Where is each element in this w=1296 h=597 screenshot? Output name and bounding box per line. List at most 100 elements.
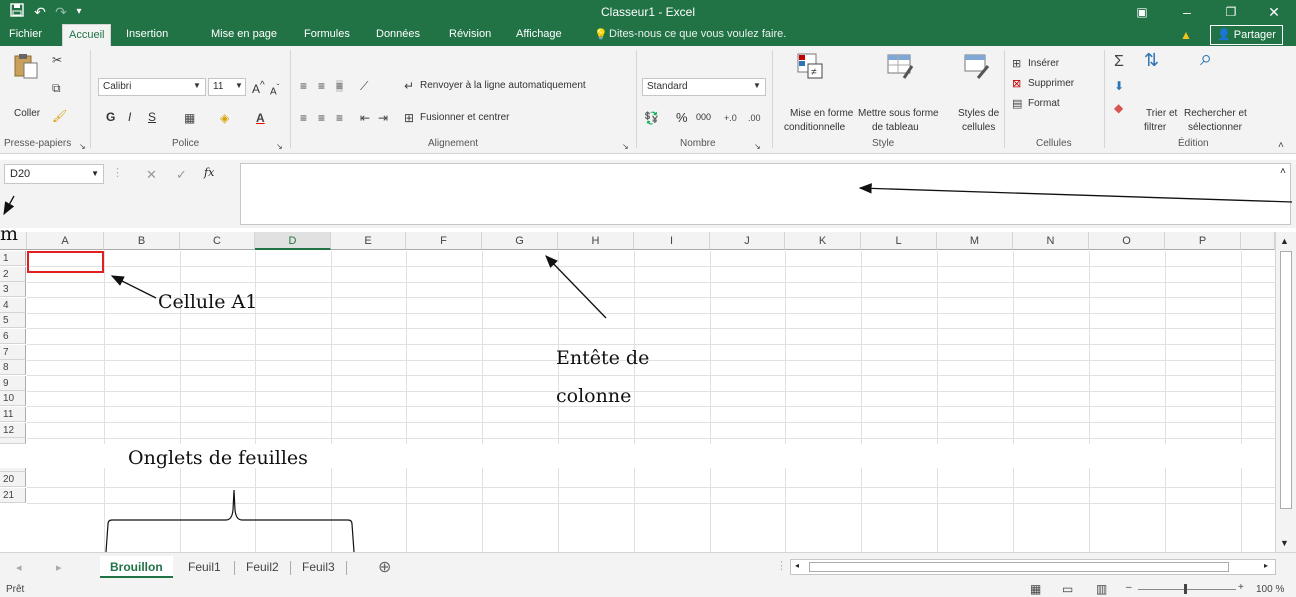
worksheet-grid[interactable]: A B C D E F G H I J K L M N O P 1 2 3 4 5 6 7 8 9 10 11 12 20 21 bbox=[0, 232, 1275, 552]
align-top-icon[interactable]: ≡ bbox=[300, 80, 307, 92]
column-header-h[interactable]: H bbox=[558, 232, 634, 250]
row-header-11[interactable]: 11 bbox=[0, 407, 26, 422]
sort-filter-label-2[interactable]: filtrer bbox=[1144, 122, 1166, 133]
tab-insertion[interactable]: Insertion bbox=[126, 28, 168, 40]
insert-cells-icon[interactable]: ⊞ bbox=[1012, 58, 1021, 70]
column-header-d[interactable]: D bbox=[255, 232, 331, 250]
paste-label[interactable]: Coller bbox=[14, 108, 40, 119]
merge-center-button[interactable]: Fusionner et centrer bbox=[420, 112, 510, 123]
row-header-1[interactable]: 1 bbox=[0, 251, 26, 266]
column-header-partial[interactable] bbox=[1241, 232, 1275, 250]
copy-icon[interactable]: ⧉ bbox=[52, 82, 61, 94]
tab-mise-en-page[interactable]: Mise en page bbox=[211, 28, 277, 40]
name-box[interactable]: D20 ▼ bbox=[4, 164, 104, 184]
align-left-icon[interactable]: ≡ bbox=[300, 112, 307, 124]
minimize-icon[interactable]: – bbox=[1175, 3, 1199, 21]
confirm-entry-icon[interactable]: ✓ bbox=[176, 167, 187, 183]
row-header-7[interactable]: 7 bbox=[0, 345, 26, 360]
row-header-8[interactable]: 8 bbox=[0, 360, 26, 375]
decrease-indent-icon[interactable]: ⇤ bbox=[360, 112, 370, 124]
merge-center-icon[interactable]: ⊞ bbox=[404, 112, 414, 124]
scroll-down-icon[interactable]: ▼ bbox=[1280, 538, 1289, 548]
insert-cells-button[interactable]: Insérer bbox=[1028, 58, 1059, 69]
font-size-select[interactable]: 11 ▼ bbox=[208, 78, 246, 96]
restore-icon[interactable]: ❐ bbox=[1219, 3, 1243, 21]
tell-me-search[interactable]: Dites-nous ce que vous voulez faire. bbox=[609, 28, 786, 40]
tab-donnees[interactable]: Données bbox=[376, 28, 420, 40]
increase-indent-icon[interactable]: ⇥ bbox=[378, 112, 388, 124]
sheet-tab-feuil3[interactable]: Feuil3 bbox=[302, 556, 335, 578]
align-bottom-icon[interactable]: ≡ bbox=[336, 80, 344, 92]
previous-sheet-icon[interactable]: ◂ bbox=[16, 561, 22, 574]
align-middle-icon[interactable]: ≡ bbox=[318, 80, 325, 92]
row-header-20[interactable]: 20 bbox=[0, 472, 26, 487]
formula-input[interactable] bbox=[240, 163, 1291, 225]
fill-color-icon[interactable]: ◈ bbox=[220, 112, 229, 124]
row-header-6[interactable]: 6 bbox=[0, 329, 26, 344]
decrease-decimal-icon[interactable]: .00 bbox=[748, 112, 761, 124]
column-header-l[interactable]: L bbox=[861, 232, 937, 250]
align-right-icon[interactable]: ≡ bbox=[336, 112, 343, 124]
increase-font-icon[interactable]: A^ bbox=[252, 80, 265, 96]
row-header-12[interactable]: 12 bbox=[0, 423, 26, 438]
wrap-text-icon[interactable]: ↵ bbox=[404, 80, 414, 92]
delete-cells-icon[interactable]: ⊠ bbox=[1012, 78, 1021, 90]
format-as-table-label-2[interactable]: de tableau bbox=[872, 122, 919, 133]
collapse-ribbon-icon[interactable]: ˄ bbox=[1278, 140, 1284, 152]
cell-styles-label-1[interactable]: Styles de bbox=[958, 108, 999, 119]
tab-formules[interactable]: Formules bbox=[304, 28, 350, 40]
share-button[interactable]: 👤 Partager bbox=[1210, 25, 1283, 45]
scrollbar-thumb[interactable] bbox=[1280, 251, 1292, 509]
tab-accueil[interactable]: Accueil bbox=[62, 24, 112, 46]
find-select-label-1[interactable]: Rechercher et bbox=[1184, 108, 1247, 119]
warning-icon[interactable]: ▲ bbox=[1180, 28, 1192, 42]
column-header-m[interactable]: M bbox=[937, 232, 1013, 250]
number-format-select[interactable]: Standard ▼ bbox=[642, 78, 766, 96]
find-select-icon[interactable]: ⌕ bbox=[1200, 47, 1212, 69]
column-header-n[interactable]: N bbox=[1013, 232, 1089, 250]
horizontal-scrollbar[interactable]: ◂ bbox=[790, 559, 1276, 575]
conditional-formatting-label-1[interactable]: Mise en forme bbox=[790, 108, 853, 119]
zoom-level[interactable]: 100 % bbox=[1256, 584, 1284, 595]
zoom-in-icon[interactable]: + bbox=[1238, 582, 1244, 593]
row-header-4[interactable]: 4 bbox=[0, 298, 26, 313]
tab-revision[interactable]: Révision bbox=[449, 28, 491, 40]
delete-cells-button[interactable]: Supprimer bbox=[1028, 78, 1074, 89]
horizontal-scrollbar-thumb[interactable] bbox=[809, 562, 1229, 572]
thousands-button[interactable]: 000 bbox=[696, 112, 711, 122]
format-painter-icon[interactable]: 🖌 bbox=[52, 110, 67, 122]
format-as-table-label-1[interactable]: Mettre sous forme bbox=[858, 108, 939, 119]
collapse-formula-icon[interactable]: ˄ bbox=[1280, 166, 1286, 177]
column-header-c[interactable]: C bbox=[180, 232, 255, 250]
accounting-format-icon[interactable]: 💱 bbox=[644, 112, 659, 124]
sheet-tab-brouillon[interactable]: Brouillon bbox=[100, 556, 173, 578]
tab-fichier[interactable]: Fichier bbox=[9, 28, 42, 40]
column-header-b[interactable]: B bbox=[104, 232, 180, 250]
row-header-21[interactable]: 21 bbox=[0, 488, 26, 503]
scroll-left-icon[interactable]: ◂ bbox=[795, 561, 799, 570]
underline-button[interactable]: S bbox=[148, 110, 156, 124]
cell-styles-label-2[interactable]: cellules bbox=[962, 122, 995, 133]
page-layout-view-icon[interactable]: ▭ bbox=[1062, 582, 1073, 596]
clear-icon[interactable]: ◆ bbox=[1114, 102, 1123, 114]
orientation-icon[interactable]: ⟋ bbox=[360, 80, 368, 92]
alignment-launcher-icon[interactable]: ↘ bbox=[622, 141, 629, 153]
decrease-font-icon[interactable]: Aˇ bbox=[270, 82, 279, 97]
sort-filter-icon[interactable]: ⇅ bbox=[1144, 51, 1159, 69]
format-cells-icon[interactable]: ▤ bbox=[1012, 98, 1022, 110]
wrap-text-button[interactable]: Renvoyer à la ligne automatiquement bbox=[420, 80, 586, 91]
column-header-j[interactable]: J bbox=[710, 232, 785, 250]
autosum-icon[interactable]: Σ bbox=[1114, 54, 1124, 70]
tab-affichage[interactable]: Affichage bbox=[516, 28, 562, 40]
format-cells-button[interactable]: Format bbox=[1028, 98, 1060, 109]
column-header-p[interactable]: P bbox=[1165, 232, 1241, 250]
row-header-9[interactable]: 9 bbox=[0, 376, 26, 391]
column-header-e[interactable]: E bbox=[331, 232, 406, 250]
percent-button[interactable]: % bbox=[676, 110, 688, 125]
zoom-out-icon[interactable]: – bbox=[1126, 582, 1132, 593]
paste-icon[interactable] bbox=[12, 52, 40, 80]
column-header-f[interactable]: F bbox=[406, 232, 482, 250]
insert-function-button[interactable]: fx bbox=[204, 166, 214, 179]
fill-icon[interactable]: ⬇ bbox=[1114, 80, 1124, 92]
scroll-up-icon[interactable]: ▲ bbox=[1280, 236, 1289, 246]
